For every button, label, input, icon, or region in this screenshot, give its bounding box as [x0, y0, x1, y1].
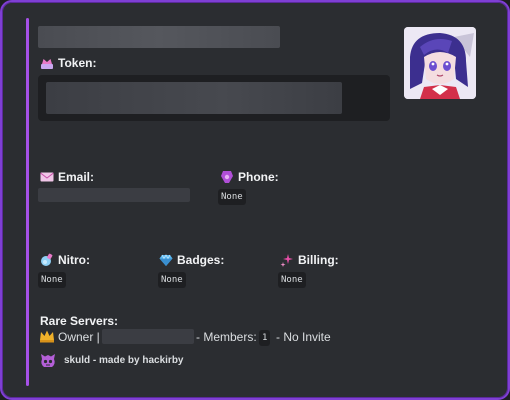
nitro-label: Nitro: [40, 253, 90, 267]
rare-servers-label: Rare Servers: [40, 314, 118, 328]
phone-value: None [218, 189, 246, 205]
email-label-text: Email: [58, 170, 95, 184]
crown-icon [40, 330, 54, 343]
email-label: Email: [40, 170, 94, 184]
nitro-potion-icon [41, 253, 53, 266]
billing-label: Billing: [280, 253, 339, 267]
phone-icon [221, 171, 233, 183]
skuld-logo-icon [41, 354, 55, 367]
badges-label: Badges: [159, 253, 224, 267]
phone-label-text: Phone: [238, 170, 279, 184]
nitro-value: None [38, 272, 66, 288]
token-value-redacted [46, 82, 342, 114]
phone-label: Phone: [220, 170, 279, 184]
badges-label-text: Badges: [177, 253, 225, 267]
envelope-icon [40, 172, 54, 182]
embed-card: Token: Email: Phone: None Nitro: None Ba… [0, 0, 510, 400]
token-code-block [38, 75, 390, 121]
members-count: 1 [259, 330, 271, 346]
token-label: Token: [40, 56, 96, 70]
billing-value: None [278, 272, 306, 288]
embed-title-redacted [38, 26, 280, 48]
rare-servers-label-text: Rare Servers: [40, 314, 119, 328]
server-name-redacted [102, 329, 194, 344]
members-label: - Members: [196, 330, 257, 344]
crown-badge-icon [41, 59, 53, 69]
gem-icon [159, 254, 173, 266]
sparkles-icon [280, 254, 293, 267]
owner-prefix: Owner | [58, 330, 100, 344]
avatar-thumbnail[interactable] [404, 27, 476, 99]
nitro-label-text: Nitro: [58, 253, 90, 267]
embed-accent-bar [26, 18, 29, 386]
billing-label-text: Billing: [298, 253, 339, 267]
footer-text: skuld - made by hackirby [64, 355, 184, 366]
token-label-text: Token: [58, 56, 97, 70]
email-value-redacted [38, 188, 190, 202]
badges-value: None [158, 272, 186, 288]
invite-status: - No Invite [276, 330, 331, 344]
